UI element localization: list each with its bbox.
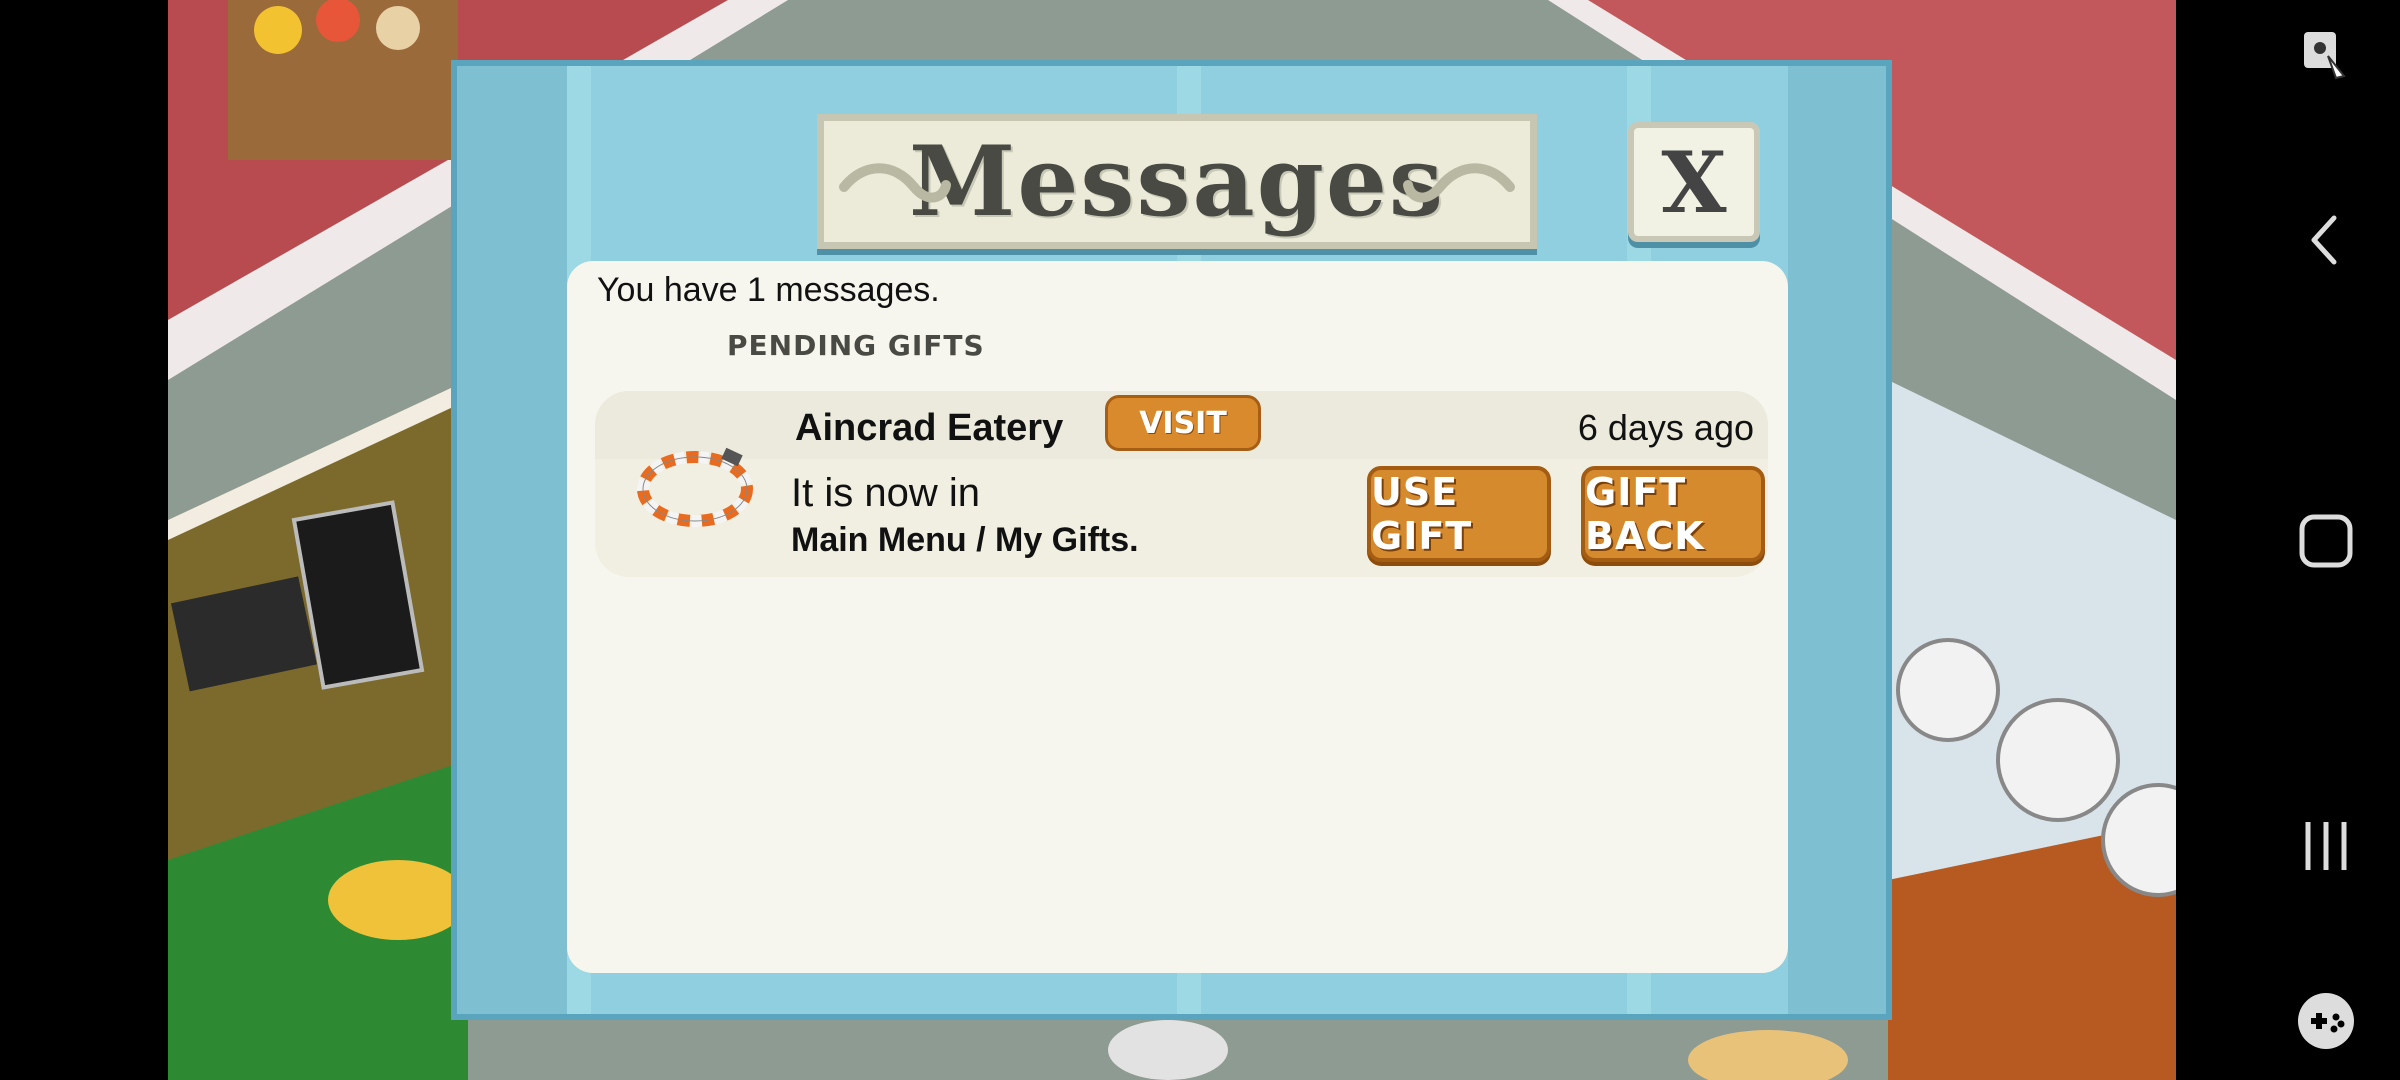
gift-back-button[interactable]: GIFT BACK xyxy=(1581,466,1765,562)
title-plate: Messages xyxy=(817,114,1537,249)
game-launcher-button[interactable] xyxy=(2290,985,2362,1057)
use-gift-label: USE GIFT xyxy=(1371,470,1473,558)
visit-button[interactable]: VISIT xyxy=(1105,395,1261,451)
home-icon xyxy=(2299,514,2353,568)
recents-button[interactable] xyxy=(2290,810,2362,882)
home-button[interactable] xyxy=(2290,505,2362,577)
dialog-title: Messages xyxy=(909,125,1445,238)
sender-name: Aincrad Eatery xyxy=(795,407,1064,449)
gift-message-row: Aincrad Eatery VISIT 6 days ago It is no… xyxy=(595,391,1768,577)
section-heading-pending-gifts: PENDING GIFTS xyxy=(727,329,985,362)
back-button[interactable] xyxy=(2290,204,2362,276)
close-icon: X xyxy=(1661,132,1727,232)
messages-panel: You have 1 messages. PENDING GIFTS Aincr… xyxy=(567,261,1788,973)
gift-back-label: GIFT BACK xyxy=(1585,470,1705,558)
visit-button-label: VISIT xyxy=(1139,405,1227,441)
gift-message-line: It is now in xyxy=(791,471,980,515)
gift-location-text: Main Menu / My Gifts. xyxy=(791,521,1139,559)
game-launcher-icon xyxy=(2298,993,2354,1049)
back-icon xyxy=(2311,215,2337,265)
bracelet-icon xyxy=(637,447,753,527)
recents-icon xyxy=(2305,822,2347,870)
use-gift-button[interactable]: USE GIFT xyxy=(1367,466,1551,562)
message-count: You have 1 messages. xyxy=(597,271,940,309)
screenshot-lock-icon xyxy=(2304,32,2346,80)
close-button[interactable]: X xyxy=(1628,122,1760,242)
system-nav-bar xyxy=(2176,0,2400,1080)
messages-dialog: Messages X You have 1 messages. PENDING … xyxy=(451,60,1892,1020)
timestamp: 6 days ago xyxy=(1577,407,1754,448)
swirl-right-ornament xyxy=(1403,163,1515,203)
swirl-left-ornament xyxy=(839,163,951,203)
screenshot-lock-button[interactable] xyxy=(2290,18,2362,90)
